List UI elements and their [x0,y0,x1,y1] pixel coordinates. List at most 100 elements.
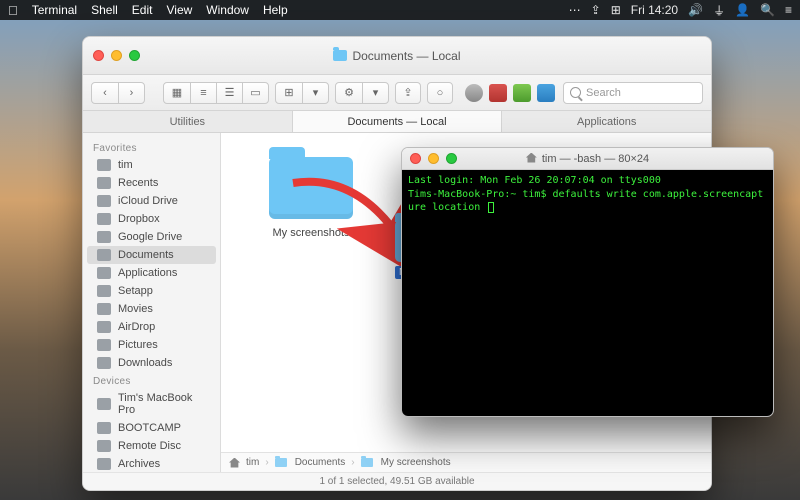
menubar-app[interactable]: Terminal [32,3,77,17]
folder-icon [269,157,353,219]
search-placeholder: Search [586,87,621,99]
sidebar-heading: Devices [83,372,220,389]
terminal-window: tim — -bash — 80×24 Last login: Mon Feb … [401,147,774,417]
terminal-body[interactable]: Last login: Mon Feb 26 20:07:04 on ttys0… [402,170,773,416]
clock-icon [97,177,111,189]
search-input[interactable]: Search [563,82,703,104]
share-button[interactable]: ⇪ [395,82,421,104]
sidebar-item-downloads[interactable]: Downloads [87,354,216,372]
sidebar-item-icloud[interactable]: iCloud Drive [87,192,216,210]
menubar-item[interactable]: Help [263,3,288,17]
gdrive-icon [97,231,111,243]
finder-titlebar[interactable]: Documents — Local [83,37,711,75]
search-icon [570,87,581,98]
documents-icon [97,249,111,261]
apple-menu-icon[interactable]:  [8,3,18,18]
setapp-icon [97,285,111,297]
terminal-title-text: tim — -bash — 80×24 [542,153,649,165]
path-segment[interactable]: tim [246,457,259,468]
sidebar-device[interactable]: Remote Disc [87,437,216,455]
finder-title: Documents — Local [83,49,711,63]
status-icon[interactable]: ⊞ [611,3,621,17]
sidebar-item-setapp[interactable]: Setapp [87,282,216,300]
close-button[interactable] [93,50,104,61]
sidebar-item-movies[interactable]: Movies [87,300,216,318]
finder-tabbar: Utilities Documents — Local Applications [83,111,711,133]
laptop-icon [97,398,111,410]
file-item-folder[interactable]: My screenshots [269,157,353,239]
sidebar-item-pictures[interactable]: Pictures [87,336,216,354]
cursor-icon [488,202,494,213]
user-icon[interactable]: 👤 [735,3,750,17]
tab-documents[interactable]: Documents — Local [293,111,503,132]
arrange-menu[interactable]: ⊞▾ [275,82,329,104]
sidebar-device[interactable]: BOOTCAMP [87,419,216,437]
menubar-item[interactable]: View [166,3,192,17]
volume-icon[interactable]: 🔊 [688,3,703,17]
minimize-button[interactable] [111,50,122,61]
sidebar-device[interactable]: Archives [87,455,216,472]
menubar-item[interactable]: Window [206,3,249,17]
close-button[interactable] [410,153,421,164]
zoom-button[interactable] [129,50,140,61]
cloud-icon [97,195,111,207]
applications-icon [97,267,111,279]
terminal-title: tim — -bash — 80×24 [402,153,773,165]
movies-icon [97,303,111,315]
path-segment[interactable]: Documents [295,457,346,468]
action-menu[interactable]: ⚙▾ [335,82,389,104]
pictures-icon [97,339,111,351]
menu-icon[interactable]: ≡ [785,3,792,17]
status-icon[interactable]: ⇪ [591,3,601,17]
menubar-item[interactable]: Edit [132,3,153,17]
sidebar-item-home[interactable]: tim [87,156,216,174]
sidebar-item-dropbox[interactable]: Dropbox [87,210,216,228]
toolbar-icon[interactable] [537,84,555,102]
home-icon [97,159,111,171]
finder-sidebar: Favorites tim Recents iCloud Drive Dropb… [83,133,221,472]
minimize-button[interactable] [428,153,439,164]
sidebar-item-documents[interactable]: Documents [87,246,216,264]
sidebar-item-gdrive[interactable]: Google Drive [87,228,216,246]
home-icon [526,153,537,163]
dropbox-icon [97,213,111,225]
window-controls [410,153,457,164]
disk-icon [97,422,111,434]
airdrop-icon [97,321,111,333]
sidebar-heading: Favorites [83,139,220,156]
wifi-icon[interactable]: ⏚ [713,2,725,19]
zoom-button[interactable] [446,153,457,164]
sidebar-item-airdrop[interactable]: AirDrop [87,318,216,336]
nav-back-forward[interactable]: ‹› [91,82,145,104]
finder-statusbar: 1 of 1 selected, 49.51 GB available [83,472,711,490]
path-segment[interactable]: My screenshots [381,457,451,468]
tags-button[interactable]: ○ [427,82,453,104]
sidebar-device[interactable]: Tim's MacBook Pro [87,389,216,419]
toolbar-app-icons [465,84,555,102]
tab-utilities[interactable]: Utilities [83,111,293,132]
home-icon [229,458,240,468]
status-icon[interactable]: ⋯ [569,3,581,17]
terminal-titlebar[interactable]: tim — -bash — 80×24 [402,148,773,170]
view-switcher[interactable]: ▦≡☰▭ [163,82,269,104]
menubar-item[interactable]: Shell [91,3,118,17]
tab-applications[interactable]: Applications [502,111,711,132]
folder-icon [275,458,287,467]
toolbar-icon[interactable] [465,84,483,102]
disc-icon [97,440,111,452]
window-controls [93,50,140,61]
terminal-prompt: Tims-MacBook-Pro:~ tim$ [408,189,553,200]
toolbar-icon[interactable] [513,84,531,102]
disk-icon [97,458,111,470]
folder-label: My screenshots [269,227,353,239]
path-bar: tim › Documents › My screenshots [221,452,711,472]
terminal-line: Last login: Mon Feb 26 20:07:04 on ttys0… [408,175,661,186]
spotlight-icon[interactable]: 🔍 [760,3,775,17]
menubar-clock[interactable]: Fri 14:20 [631,3,678,17]
menubar-status-area: ⋯ ⇪ ⊞ Fri 14:20 🔊 ⏚ 👤 🔍 ≡ [569,2,792,19]
finder-title-text: Documents — Local [352,49,460,63]
sidebar-item-recents[interactable]: Recents [87,174,216,192]
macos-menubar:  Terminal Shell Edit View Window Help ⋯… [0,0,800,20]
sidebar-item-applications[interactable]: Applications [87,264,216,282]
toolbar-icon[interactable] [489,84,507,102]
